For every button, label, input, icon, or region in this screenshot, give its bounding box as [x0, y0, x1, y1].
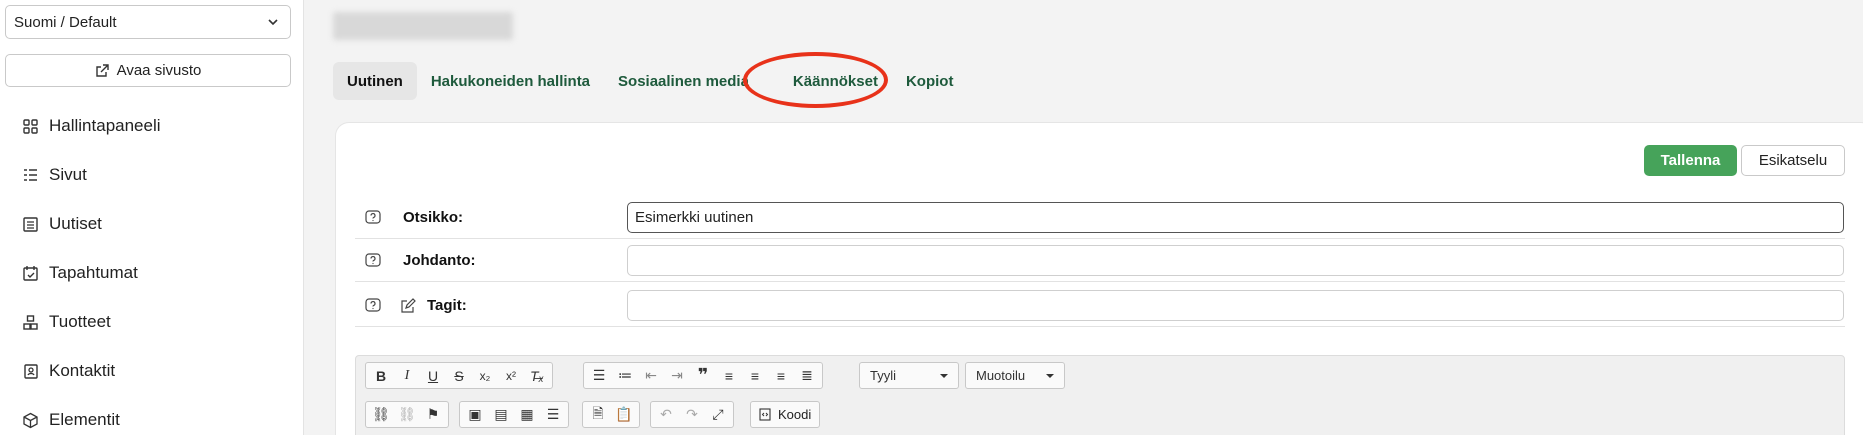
toolbar-group-history: ↶ ↷ ⤢: [650, 401, 734, 428]
table-icon[interactable]: ▦: [515, 404, 539, 426]
sidebar-item-news[interactable]: Uutiset: [22, 214, 102, 234]
sidebar-item-label: Tuotteet: [49, 312, 111, 331]
help-icon[interactable]: [365, 298, 381, 314]
sidebar-item-products[interactable]: Tuotteet: [22, 312, 111, 332]
sidebar-item-label: Uutiset: [49, 214, 102, 233]
form-row-tags: Tagit:: [355, 285, 1845, 327]
sidebar-item-label: Kontaktit: [49, 361, 116, 380]
dashboard-icon: [23, 118, 38, 134]
tab-copies[interactable]: Kopiot: [906, 62, 967, 100]
caret-down-icon: [940, 374, 948, 378]
form-row-title: Otsikko: Esimerkki uutinen: [355, 197, 1845, 239]
style-select[interactable]: Tyyli: [859, 362, 959, 389]
outdent-icon[interactable]: ⇤: [639, 365, 663, 387]
products-icon: [23, 314, 38, 330]
code-icon: [759, 408, 771, 421]
redo-icon[interactable]: ↷: [680, 404, 704, 426]
strikethrough-icon[interactable]: S: [447, 365, 471, 387]
link-icon[interactable]: ⛓: [369, 404, 393, 426]
superscript-icon[interactable]: x²: [499, 365, 523, 387]
sidebar-item-events[interactable]: Tapahtumat: [22, 263, 138, 283]
sidebar-item-elements[interactable]: Elementit: [22, 410, 120, 430]
toolbar-group-lists: ☰ ≔ ⇤ ⇥ ❞ ≡ ≡ ≡ ≣: [583, 362, 823, 389]
tags-label: Tagit:: [427, 297, 467, 314]
toolbar-group-basic: B I U S x₂ x² T̶ₓ: [365, 362, 553, 389]
news-icon: [23, 216, 38, 232]
format-select[interactable]: Muotoilu: [965, 362, 1065, 389]
toolbar-group-docs: 🗎 📋: [582, 401, 640, 428]
toolbar-group-links: ⛓ ⛓ ⚑: [365, 401, 449, 428]
help-icon[interactable]: [365, 253, 381, 269]
contacts-icon: [24, 363, 38, 379]
rich-text-editor: B I U S x₂ x² T̶ₓ ☰ ≔ ⇤ ⇥ ❞ ≡ ≡ ≡ ≣ Tyyl…: [355, 355, 1845, 435]
sidebar-item-pages[interactable]: Sivut: [22, 165, 87, 185]
sidebar-item-label: Tapahtumat: [49, 263, 138, 282]
page-title-blurred: [333, 12, 513, 40]
open-site-label: Avaa sivusto: [116, 62, 202, 79]
save-button[interactable]: Tallenna: [1644, 145, 1737, 176]
title-input[interactable]: Esimerkki uutinen: [627, 202, 1844, 233]
undo-icon[interactable]: ↶: [654, 404, 678, 426]
code-label: Koodi: [778, 407, 812, 422]
external-link-icon: [95, 63, 109, 77]
bold-icon[interactable]: B: [369, 365, 393, 387]
blockquote-icon[interactable]: ❞: [691, 365, 715, 387]
form-row-intro: Johdanto:: [355, 240, 1845, 282]
caret-down-icon: [1046, 374, 1054, 378]
unlink-icon[interactable]: ⛓: [395, 404, 419, 426]
sidebar-item-label: Sivut: [49, 165, 87, 184]
horizontal-rule-icon[interactable]: ☰: [541, 404, 565, 426]
highlight-circle: [743, 52, 888, 108]
title-label: Otsikko:: [403, 209, 464, 226]
edit-icon[interactable]: [400, 298, 416, 314]
format-select-value: Muotoilu: [976, 368, 1026, 383]
calendar-icon: [23, 265, 38, 281]
preview-button[interactable]: Esikatselu: [1741, 145, 1845, 176]
tab-seo[interactable]: Hakukoneiden hallinta: [417, 62, 604, 100]
italic-icon[interactable]: I: [395, 365, 419, 387]
tab-label: Uutinen: [347, 72, 403, 90]
open-site-button[interactable]: Avaa sivusto: [5, 54, 291, 87]
indent-icon[interactable]: ⇥: [665, 365, 689, 387]
anchor-flag-icon[interactable]: ⚑: [421, 404, 445, 426]
underline-icon[interactable]: U: [421, 365, 445, 387]
tab-news[interactable]: Uutinen: [333, 62, 417, 100]
tab-social-media[interactable]: Sosiaalinen media: [604, 62, 763, 100]
image-icon[interactable]: ▣: [463, 404, 487, 426]
sidebar: Suomi / Default Avaa sivusto Hallintapan…: [0, 0, 304, 435]
subscript-icon[interactable]: x₂: [473, 365, 497, 387]
style-select-value: Tyyli: [870, 368, 896, 383]
align-right-icon[interactable]: ≡: [769, 365, 793, 387]
media-icon[interactable]: ▤: [489, 404, 513, 426]
language-select-value: Suomi / Default: [14, 13, 117, 31]
pages-icon: [24, 168, 37, 181]
tags-input[interactable]: [627, 290, 1844, 321]
cube-icon: [23, 412, 38, 428]
sidebar-item-contacts[interactable]: Kontaktit: [22, 361, 115, 381]
tab-label: Kopiot: [905, 72, 954, 90]
help-icon[interactable]: [365, 210, 381, 226]
language-select[interactable]: Suomi / Default: [5, 5, 291, 39]
sidebar-item-label: Elementit: [49, 410, 120, 429]
intro-label: Johdanto:: [403, 252, 476, 269]
code-button[interactable]: Koodi: [750, 401, 821, 428]
bullet-list-icon[interactable]: ≔: [613, 365, 637, 387]
chevron-down-icon: [268, 19, 278, 26]
clear-format-icon[interactable]: T̶ₓ: [525, 365, 549, 387]
paste-icon[interactable]: 📋: [612, 404, 636, 426]
sidebar-item-label: Hallintapaneeli: [49, 116, 161, 135]
toolbar-group-insert: ▣ ▤ ▦ ☰: [459, 401, 569, 428]
numbered-list-icon[interactable]: ☰: [587, 365, 611, 387]
fullscreen-icon[interactable]: ⤢: [706, 404, 730, 426]
sidebar-item-dashboard[interactable]: Hallintapaneeli: [22, 116, 161, 136]
tab-label: Sosiaalinen media: [618, 72, 749, 90]
align-justify-icon[interactable]: ≣: [795, 365, 819, 387]
align-left-icon[interactable]: ≡: [717, 365, 741, 387]
tab-label: Hakukoneiden hallinta: [430, 72, 591, 90]
intro-input[interactable]: [627, 245, 1844, 276]
document-icon[interactable]: 🗎: [586, 404, 610, 426]
align-center-icon[interactable]: ≡: [743, 365, 767, 387]
